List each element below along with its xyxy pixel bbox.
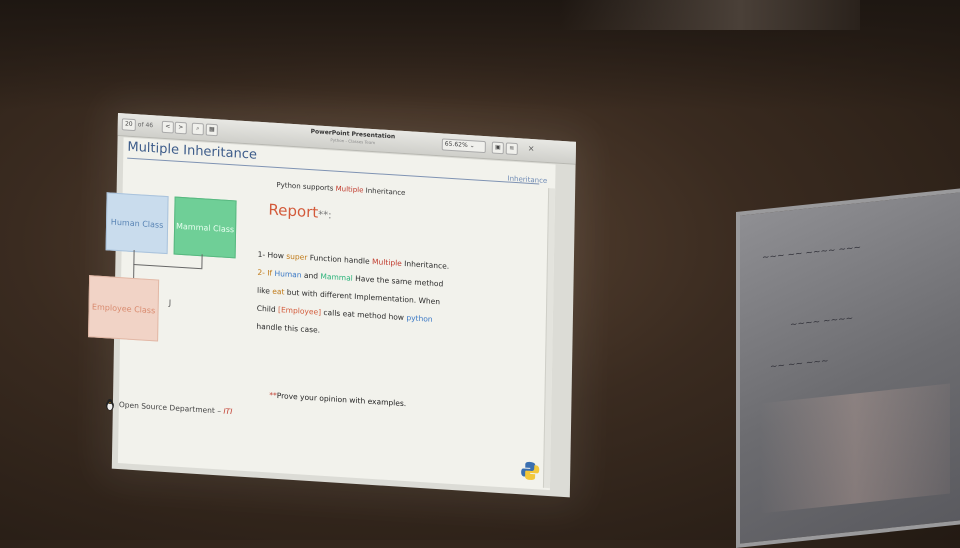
zoom-select[interactable]: 65.62% ⌄ bbox=[441, 138, 486, 154]
chevron-right-icon: > bbox=[178, 123, 184, 132]
window-reflection bbox=[760, 383, 950, 514]
q1-text: 1- How bbox=[257, 249, 287, 261]
report-label: Report bbox=[268, 200, 319, 222]
prev-page-button[interactable]: < bbox=[161, 120, 174, 134]
subtitle-text: Python supports bbox=[276, 180, 336, 193]
q2-text-2: Have the same method bbox=[352, 273, 444, 289]
thumbnails-button[interactable]: ▦ bbox=[205, 123, 218, 137]
save-icon: ▣ bbox=[494, 143, 501, 152]
slide-footer: Open Source Department – ITI bbox=[105, 398, 233, 418]
chevron-left-icon: < bbox=[165, 122, 171, 131]
employee-class-box: Employee Class bbox=[88, 275, 160, 342]
zoom-value: 65.62% bbox=[444, 140, 468, 149]
q2-number: 2- If bbox=[257, 267, 275, 278]
q3-text: like bbox=[256, 285, 273, 296]
title-divider bbox=[127, 157, 540, 185]
text-cursor: J bbox=[168, 298, 172, 308]
q1-text-3: Inheritance. bbox=[401, 258, 450, 271]
q2-mammal: Mammal bbox=[320, 271, 353, 283]
next-page-button[interactable]: > bbox=[174, 121, 187, 135]
footer-text: Open Source Department – bbox=[118, 400, 224, 416]
subtitle-highlight: Multiple bbox=[335, 184, 364, 195]
q1-text-2: Function handle bbox=[307, 252, 373, 266]
q4-text: Child bbox=[256, 303, 279, 315]
search-icon: ⌕ bbox=[196, 124, 200, 133]
q1-multiple: Multiple bbox=[371, 256, 402, 268]
prove-text: Prove your opinion with examples. bbox=[276, 390, 407, 409]
report-heading: Report**: bbox=[268, 200, 331, 222]
slide: Multiple Inheritance Inheritance Python … bbox=[88, 137, 556, 491]
ceiling-fixture bbox=[560, 0, 860, 30]
menu-button[interactable]: ≡ bbox=[505, 142, 518, 156]
grid-icon: ▦ bbox=[208, 125, 215, 134]
search-button[interactable]: ⌕ bbox=[191, 122, 204, 136]
q5-text: handle this case. bbox=[256, 321, 321, 335]
subtitle-text-end: Inheritance bbox=[363, 186, 406, 198]
q4-python: python bbox=[406, 313, 433, 324]
vertical-scrollbar[interactable] bbox=[542, 188, 556, 489]
report-mark: **: bbox=[318, 209, 332, 222]
page-of-label: of 46 bbox=[137, 121, 154, 130]
python-logo-icon bbox=[521, 461, 540, 480]
projected-screen: 20 of 46 < > ⌕ ▦ PowerPoint Presentation… bbox=[88, 113, 576, 498]
connector-mammal bbox=[201, 254, 203, 269]
human-class-label: Human Class bbox=[110, 217, 164, 230]
q1-super: super bbox=[286, 251, 308, 262]
mammal-class-label: Mammal Class bbox=[175, 221, 235, 234]
q2-human: Human bbox=[274, 268, 302, 280]
mammal-class-box: Mammal Class bbox=[173, 196, 237, 259]
whiteboard-scribble: ~~~ ~~ ~~~~ ~~~ bbox=[762, 242, 862, 264]
employee-class-label: Employee Class bbox=[91, 301, 156, 315]
footer-brand: ITI bbox=[223, 406, 233, 417]
page-number-field[interactable]: 20 bbox=[121, 118, 136, 132]
whiteboard: ~~~ ~~ ~~~~ ~~~ ~~~~ ~~~~ ~~ ~~ ~~~ bbox=[736, 187, 960, 548]
prove-note: **Prove your opinion with examples. bbox=[269, 391, 406, 409]
whiteboard-scribble: ~~ ~~ ~~~ bbox=[770, 356, 829, 373]
whiteboard-scribble: ~~~~ ~~~~ bbox=[790, 313, 854, 331]
chevron-down-icon: ⌄ bbox=[469, 142, 475, 150]
connector-horizontal bbox=[133, 263, 203, 270]
prove-stars: ** bbox=[269, 390, 277, 400]
q3-eat: eat bbox=[272, 286, 285, 297]
save-button[interactable]: ▣ bbox=[491, 141, 504, 155]
slide-subtitle: Python supports Multiple Inheritance bbox=[241, 179, 441, 200]
tux-penguin-icon bbox=[105, 398, 114, 411]
close-button[interactable]: × bbox=[528, 144, 535, 153]
q4-text-2: calls eat method how bbox=[320, 307, 407, 323]
q2-text: and bbox=[301, 270, 321, 281]
close-icon: × bbox=[527, 143, 535, 154]
q4-employee: [Employee] bbox=[277, 305, 322, 317]
human-class-box: Human Class bbox=[105, 192, 169, 255]
menu-icon: ≡ bbox=[509, 144, 515, 152]
